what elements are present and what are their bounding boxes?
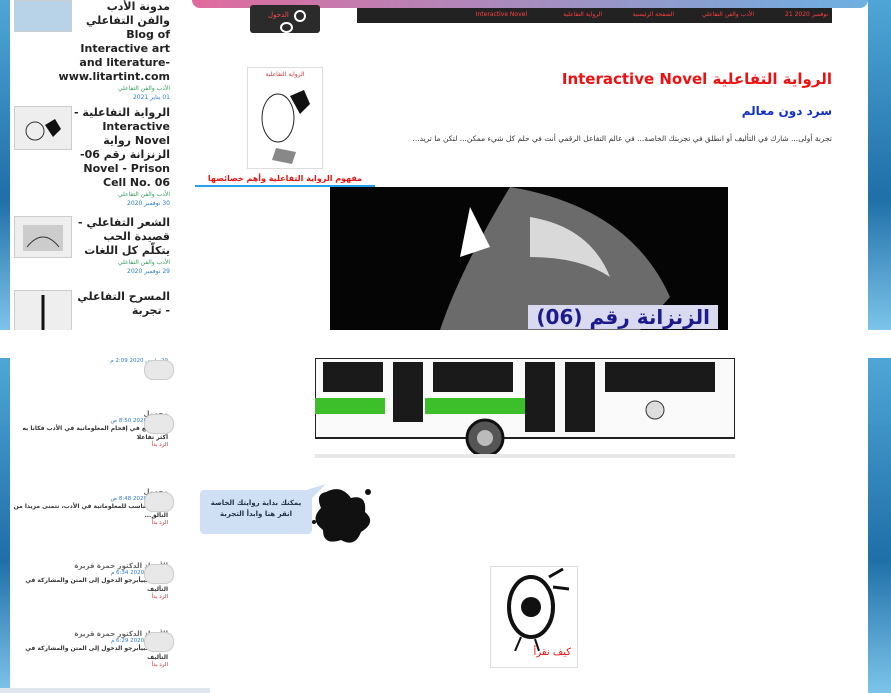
- reply-link[interactable]: الرد بدأ: [10, 520, 168, 526]
- sidebar-post[interactable]: مدونة الأدب والفن التفاعلي Blog of Inter…: [14, 0, 170, 102]
- sidebar-post-author: الأدب والفن التفاعلي: [118, 191, 170, 198]
- separator: [0, 330, 891, 358]
- top-screenshot: الدخول 21 نوفمبر 2020 الأدب والفن التفاع…: [0, 0, 891, 330]
- bus-illustration[interactable]: [315, 358, 735, 466]
- post-title: الرواية التفاعلية Interactive Novel: [561, 70, 832, 88]
- reply-link[interactable]: الرد بدأ: [10, 594, 168, 600]
- background-left: [0, 358, 10, 693]
- reply-link[interactable]: الرد بدأ: [10, 442, 168, 448]
- login-label: الدخول: [268, 11, 289, 19]
- bottom-screenshot: 29 مارس 2020 2:09 م رائع الرد بدأ مجهول …: [0, 358, 891, 693]
- reply-link[interactable]: الرد بدأ: [10, 662, 168, 668]
- post-thumbnail[interactable]: [14, 290, 72, 330]
- sidebar-post-date: 29 نوفمبر 2020: [127, 268, 170, 275]
- sidebar-post[interactable]: الشعر التفاعلي - قصيدة الحب يتكلّم كل ال…: [14, 216, 170, 276]
- post-description: تجربة أولى... شارك في التأليف أو انطلق ف…: [412, 134, 832, 143]
- nav-breadcrumb-link[interactable]: الرواية التفاعلية: [563, 11, 602, 18]
- avatar: [144, 632, 174, 652]
- sketch-icon: [41, 295, 45, 330]
- sidebar-post-title[interactable]: الشعر التفاعلي - قصيدة الحب يتكلّم كل ال…: [74, 216, 170, 258]
- post-thumbnail[interactable]: [14, 216, 72, 258]
- ink-splash-icon: [312, 489, 371, 543]
- avatar: [144, 564, 174, 584]
- avatar: [144, 414, 174, 434]
- login-icon: [294, 10, 306, 22]
- post-subtitle: سرد دون معالم: [741, 104, 832, 118]
- card-image-label: الرواية التفاعلية: [265, 71, 305, 78]
- blog-page: 29 مارس 2020 2:09 م رائع الرد بدأ مجهول …: [10, 358, 868, 693]
- sidebar-post-title[interactable]: مدونة الأدب والفن التفاعلي Blog of Inter…: [59, 0, 170, 84]
- post-thumbnail[interactable]: [14, 106, 72, 150]
- user-icon: [280, 22, 293, 33]
- sidebar-post-title[interactable]: المسرح التفاعلي - تجربة: [74, 290, 170, 318]
- sidebar-post[interactable]: المسرح التفاعلي - تجربة: [14, 290, 170, 330]
- post-thumbnail[interactable]: [14, 0, 72, 32]
- comment-author: مجهول: [10, 410, 168, 418]
- ink-label: كيف نقرأ: [533, 647, 571, 658]
- sidebar-post[interactable]: الرواية التفاعلية -Interactive Novel روا…: [14, 106, 170, 208]
- banner-title: الزنزانة رقم (06): [528, 305, 718, 329]
- nav-author-link[interactable]: الأدب والفن التفاعلي: [702, 11, 754, 18]
- breadcrumb-bar: 21 نوفمبر 2020 الأدب والفن التفاعلي الصف…: [357, 8, 832, 23]
- sketch-icon: [25, 119, 61, 141]
- novel-banner-image[interactable]: الزنزانة رقم (06): [330, 187, 728, 330]
- background-left: [0, 0, 10, 330]
- nav-date: 21 نوفمبر 2020: [785, 11, 828, 18]
- background-right: [868, 0, 891, 330]
- sidebar-post-date: 30 نوفمبر 2020: [127, 200, 170, 207]
- avatar: [144, 492, 174, 512]
- comment-author: مجهول: [10, 488, 168, 496]
- how-to-read-image[interactable]: كيف نقرأ: [490, 566, 578, 668]
- sketch-face-icon: [261, 90, 310, 164]
- background-right: [868, 358, 891, 693]
- sidebar-post-author: الأدب والفن التفاعلي: [118, 85, 170, 92]
- novel-card-image[interactable]: الرواية التفاعلية: [247, 67, 323, 169]
- sketch-icon: [23, 225, 63, 251]
- sidebar-post-date: 01 يناير 2021: [132, 94, 170, 101]
- nav-breadcrumb-current: Interactive Novel: [475, 11, 527, 18]
- sidebar-recent-posts: مدونة الأدب والفن التفاعلي Blog of Inter…: [10, 0, 170, 330]
- avatar: [144, 360, 174, 380]
- nav-home-link[interactable]: الصفحة الرئيسية: [633, 11, 674, 18]
- card-caption-link[interactable]: مفهوم الرواية التفاعلية وأهم خصائصها: [195, 174, 375, 187]
- start-story-text[interactable]: يمكنك بداية روايتك الخاصة انقر هنا وابدأ…: [204, 498, 308, 520]
- status-bar: [0, 688, 210, 693]
- sidebar-post-title[interactable]: الرواية التفاعلية -Interactive Novel روا…: [74, 106, 170, 190]
- login-button[interactable]: الدخول: [250, 5, 320, 33]
- eye-sketch-icon: [507, 567, 570, 652]
- blog-page: الدخول 21 نوفمبر 2020 الأدب والفن التفاع…: [10, 0, 868, 330]
- sidebar-post-author: الأدب والفن التفاعلي: [118, 259, 170, 266]
